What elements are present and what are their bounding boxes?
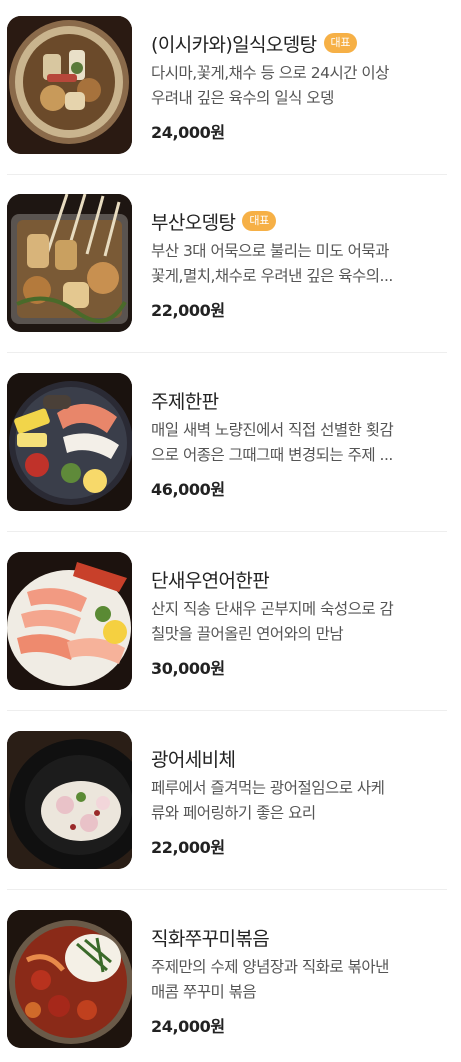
signature-badge: 대표 xyxy=(242,211,277,231)
divider xyxy=(7,352,447,353)
sashimi-platter-photo xyxy=(7,373,132,511)
menu-item-price: 22,000원 xyxy=(151,301,225,320)
menu-item-spicy-webfoot-octopus[interactable]: 직화쭈꾸미볶음 주제만의 수제 양념장과 직화로 볶아낸 매콤 쭈꾸미 볶음 2… xyxy=(0,894,461,1052)
spicy-webfoot-octopus-photo xyxy=(7,910,132,1048)
menu-item-description: 매일 새벽 노량진에서 직접 선별한 횟감 으로 어종은 그때그때 변경되는 주… xyxy=(151,421,394,464)
menu-item-price: 30,000원 xyxy=(151,659,225,678)
menu-item-description: 산지 직송 단새우 곤부지메 숙성으로 감 칠맛을 끌어올린 연어와의 만남 xyxy=(151,600,394,643)
menu-item-sashimi-platter[interactable]: 주제한판 매일 새벽 노량진에서 직접 선별한 횟감 으로 어종은 그때그때 변… xyxy=(0,357,461,515)
divider xyxy=(7,710,447,711)
menu-item-description: 다시마,꽃게,채수 등 으로 24시간 이상 우려내 깊은 육수의 일식 오뎅 xyxy=(151,64,389,107)
menu-item-flatfish-ceviche[interactable]: 광어세비체 페루에서 즐겨먹는 광어절임으로 사케 류와 페어링하기 좋은 요리… xyxy=(0,715,461,873)
menu-item-description: 부산 3대 어묵으로 불리는 미도 어묵과 꽃게,멸치,채수로 우려낸 깊은 육… xyxy=(151,242,393,285)
menu-item-name: 광어세비체 xyxy=(151,748,236,771)
menu-item-price: 46,000원 xyxy=(151,480,225,499)
menu-item-name: (이시카와)일식오뎅탕 xyxy=(151,33,317,56)
menu-item-price: 22,000원 xyxy=(151,838,225,857)
menu-item-shrimp-salmon-platter[interactable]: 단새우연어한판 산지 직송 단새우 곤부지메 숙성으로 감 칠맛을 끌어올린 연… xyxy=(0,536,461,694)
menu-item-name: 부산오뎅탕 xyxy=(151,211,236,234)
menu-list: (이시카와)일식오뎅탕 대표 다시마,꽃게,채수 등 으로 24시간 이상 우려… xyxy=(0,0,461,1062)
busan-oden-skewers-photo xyxy=(7,194,132,332)
shrimp-salmon-platter-photo xyxy=(7,552,132,690)
signature-badge: 대표 xyxy=(323,33,358,53)
menu-item-price: 24,000원 xyxy=(151,123,225,142)
menu-item-name: 단새우연어한판 xyxy=(151,569,270,592)
divider xyxy=(7,889,447,890)
flatfish-ceviche-photo xyxy=(7,731,132,869)
menu-item-description: 주제만의 수제 양념장과 직화로 볶아낸 매콤 쭈꾸미 볶음 xyxy=(151,958,389,1001)
menu-item-description: 페루에서 즐겨먹는 광어절임으로 사케 류와 페어링하기 좋은 요리 xyxy=(151,779,385,822)
menu-item-price: 24,000원 xyxy=(151,1017,225,1036)
oden-bowl-photo xyxy=(7,16,132,154)
menu-item-busan-oden[interactable]: 부산오뎅탕 대표 부산 3대 어묵으로 불리는 미도 어묵과 꽃게,멸치,채수로… xyxy=(0,178,461,336)
menu-item-name: 직화쭈꾸미볶음 xyxy=(151,927,270,950)
menu-item-name: 주제한판 xyxy=(151,390,219,413)
menu-item-ishikawa-oden[interactable]: (이시카와)일식오뎅탕 대표 다시마,꽃게,채수 등 으로 24시간 이상 우려… xyxy=(0,0,461,158)
divider xyxy=(7,174,447,175)
divider xyxy=(7,531,447,532)
